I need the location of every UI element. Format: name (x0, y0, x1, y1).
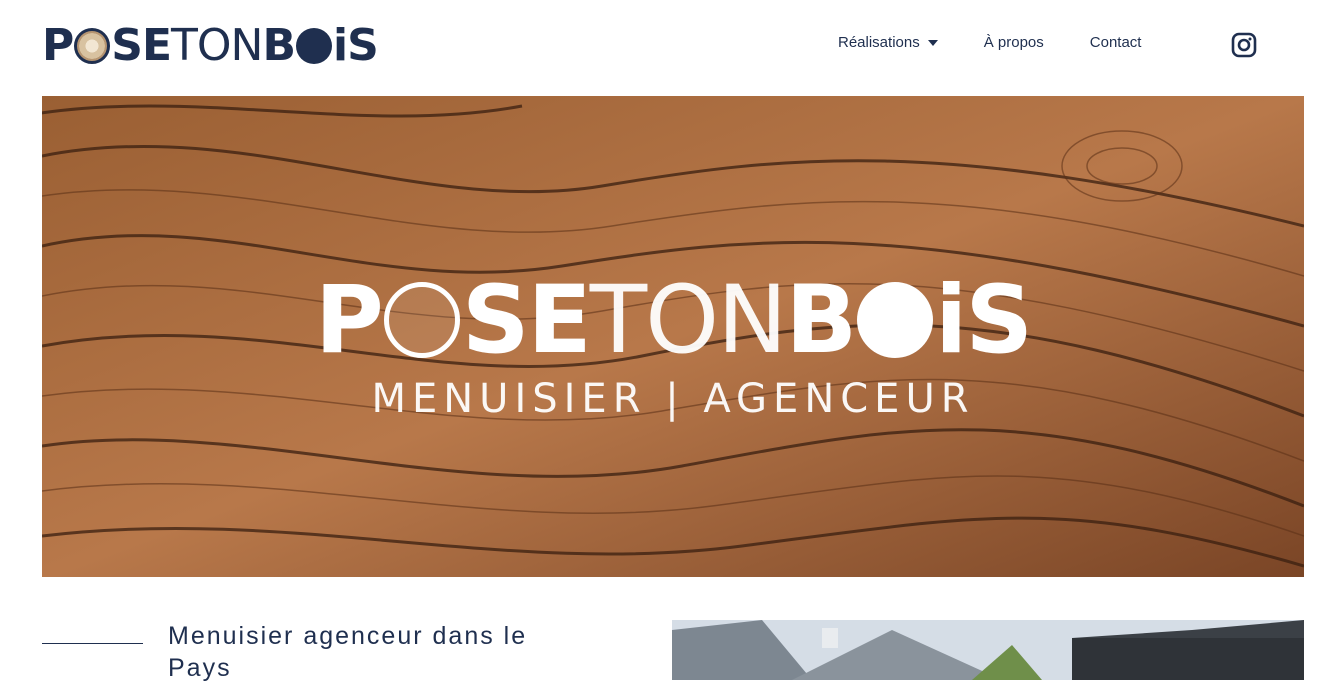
nav-item-realisations[interactable]: Réalisations (838, 34, 938, 51)
section-divider (42, 643, 143, 644)
main-nav: Réalisations À propos Contact (838, 34, 1187, 51)
house-photo-image (672, 620, 1304, 680)
wood-ring-icon (295, 28, 332, 64)
logo-letters: SE (111, 20, 172, 71)
nav-item-contact[interactable]: Contact (1090, 34, 1142, 51)
nav-item-label: Contact (1089, 34, 1142, 51)
caret-down-icon (927, 40, 938, 47)
hero-subtitle: MENUISIER | AGENCEUR (371, 376, 975, 422)
logo-letters: B (262, 20, 296, 71)
hero-title-letters: iS (935, 266, 1033, 375)
nav-item-label: À propos (983, 34, 1044, 51)
hero-title: P SETONB iS (42, 266, 1304, 376)
logo-letters: iS (332, 20, 379, 71)
logo-letters-light: TON (171, 20, 263, 71)
logo-letter: P (42, 20, 74, 71)
site-header: P SE TON B iS Réalisations À propos Cont… (0, 0, 1344, 92)
hero-title-letter: B (785, 266, 857, 375)
hero-title-letters: SE (461, 266, 592, 375)
hero-banner: P SETONB iS MENUISIER | AGENCEUR (42, 96, 1304, 577)
solid-circle-icon (857, 282, 934, 358)
nav-item-label: Réalisations (838, 34, 920, 51)
hero-title-letter: P (314, 266, 384, 375)
wood-ring-icon (74, 28, 111, 64)
nav-item-a-propos[interactable]: À propos (984, 34, 1044, 51)
house-photo (672, 620, 1304, 680)
hero-title-letters-light: TON (589, 266, 788, 375)
site-logo[interactable]: P SE TON B iS (42, 20, 379, 72)
wood-ring-icon (383, 282, 460, 358)
hero-logo: P SETONB iS MENUISIER | AGENCEUR (42, 266, 1304, 422)
intro-heading: Menuisier agenceur dans le Pays (168, 622, 528, 682)
instagram-icon[interactable] (1231, 32, 1257, 58)
